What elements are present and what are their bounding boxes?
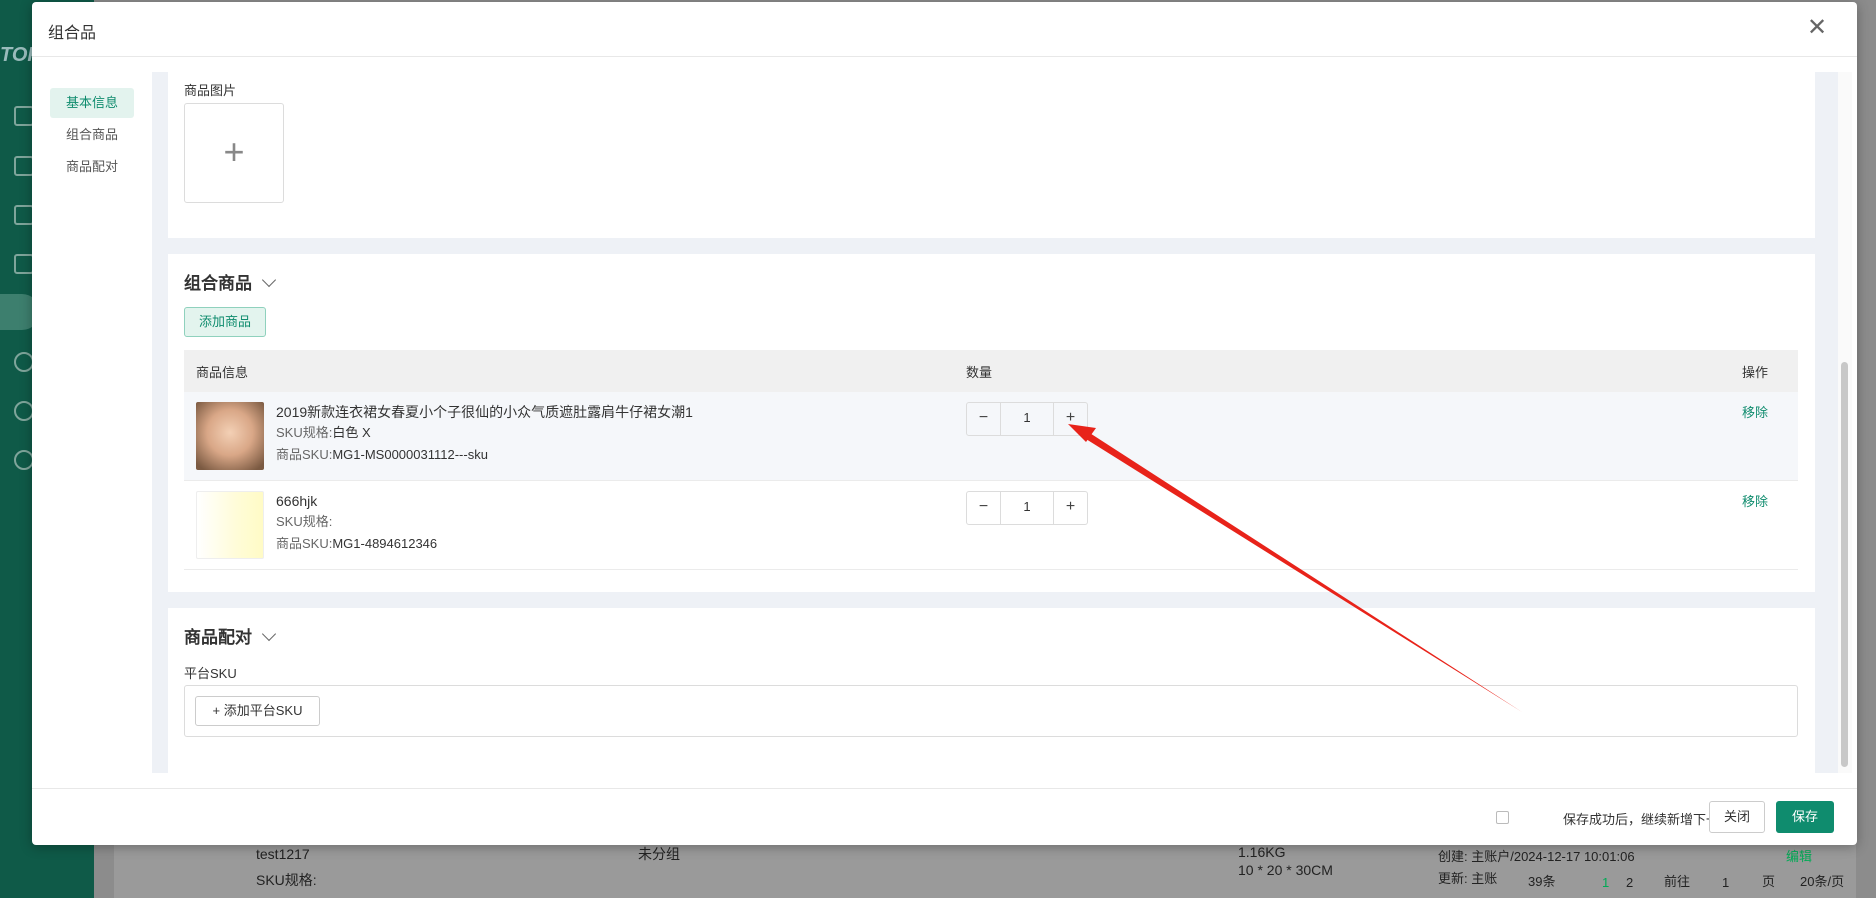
save-button[interactable]: 保存 [1776,801,1834,833]
bundle-modal: 组合品 ✕ 基本信息 组合商品 商品配对 商品图片 + 组合商品 添加商品 商品… [32,2,1857,845]
quantity-stepper: − 1 + [966,402,1088,436]
modal-content: 商品图片 + 组合商品 添加商品 商品信息 数量 操作 2019新款连衣裙女春夏… [152,72,1838,773]
box-icon [14,254,34,274]
pager-page-2[interactable]: 2 [1626,875,1633,890]
spec-label: SKU规格: [276,425,333,440]
background-table-row: test1217 SKU规格: 未分组 1.16KG 10 * 20 * 30C… [114,842,1856,898]
image-upload[interactable]: + [184,103,284,203]
spec-value: 白色 X [332,425,371,440]
close-icon[interactable]: ✕ [1803,14,1831,42]
scroll-thumb[interactable] [1841,362,1848,767]
content-scrollbar[interactable] [1838,72,1852,773]
plus-icon: + [223,131,245,172]
gear-icon [14,450,34,470]
action-cell: 移除 [1730,392,1798,481]
pager-size-select[interactable]: 20条/页 [1800,871,1844,890]
goods-name: 666hjk [276,493,318,509]
side-nav-goods-pairing[interactable]: 商品配对 [50,152,134,182]
chevron-down-icon [261,272,277,288]
bundle-section-title[interactable]: 组合商品 [184,269,277,294]
modal-header: 组合品 ✕ [32,2,1857,57]
pager-goto-input[interactable]: 1 [1722,875,1729,890]
bg-row-size: 10 * 20 * 30CM [1238,862,1333,878]
modal-title: 组合品 [48,25,97,42]
quantity-input[interactable]: 1 [1000,403,1054,435]
basic-info-card: 商品图片 + [168,72,1815,238]
pager-goto-label: 前往 [1664,874,1691,889]
action-cell: 移除 [1730,480,1798,570]
goods-sku: 商品SKU:MG1-4894612346 [196,533,942,555]
calendar-icon [14,106,34,126]
pairing-section-title[interactable]: 商品配对 [184,623,277,648]
side-nav-basic-info[interactable]: 基本信息 [50,88,134,118]
spec-label: SKU规格: [276,514,333,529]
side-nav-bundle-goods[interactable]: 组合商品 [50,120,134,150]
card-icon [14,156,34,176]
bundle-goods-card: 组合商品 添加商品 商品信息 数量 操作 2019新款连衣裙女春夏小个子很仙的小… [168,254,1815,592]
sku-value: MG1-4894612346 [332,536,438,551]
table-row: 2019新款连衣裙女春夏小个子很仙的小众气质遮肚露肩牛仔裙女潮1 SKU规格:白… [184,392,1798,481]
quantity-cell: − 1 + [954,480,1730,570]
modal-footer: 保存成功后，继续新增下一个 关闭 保存 [32,788,1857,845]
sku-label: 商品SKU: [276,447,333,462]
remove-link[interactable]: 移除 [1742,405,1768,420]
add-goods-button[interactable]: 添加商品 [184,307,266,337]
bg-row-spec: SKU规格: [256,872,317,888]
chevron-down-icon [261,626,277,642]
bg-row-updated: 更新: 主账 [1438,871,1498,886]
increase-button[interactable]: + [1054,403,1087,435]
goods-thumbnail [196,402,264,470]
add-platform-sku-button[interactable]: + 添加平台SKU [195,696,320,726]
eye-icon [14,352,34,372]
continue-add-checkbox[interactable] [1496,811,1509,824]
table-row: 666hjk SKU规格: 商品SKU:MG1-4894612346 − 1 +… [184,480,1798,570]
col-quantity: 数量 [954,350,1730,392]
goods-pairing-card: 商品配对 平台SKU + 添加平台SKU [168,608,1815,773]
close-button[interactable]: 关闭 [1709,801,1765,833]
pairing-section-label: 商品配对 [184,628,252,647]
goods-thumbnail [196,491,264,559]
pager-total: 39条 [1528,874,1556,889]
mail-icon [14,205,34,225]
col-info: 商品信息 [184,350,954,392]
side-nav: 基本信息 组合商品 商品配对 [50,88,134,184]
bg-row-edit-link[interactable]: 编辑 [1786,846,1812,865]
quantity-cell: − 1 + [954,392,1730,481]
quantity-stepper: − 1 + [966,491,1088,525]
pager-page-1[interactable]: 1 [1602,875,1609,890]
quantity-input[interactable]: 1 [1000,492,1054,524]
continue-add-label: 保存成功后，继续新增下一个 [1562,812,1732,827]
platform-sku-label: 平台SKU [184,666,237,681]
bg-row-name: test1217 [256,846,310,862]
bg-row-group: 未分组 [638,846,680,862]
sku-value: MG1-MS0000031112---sku [332,447,488,462]
pager-unit: 页 [1762,874,1776,889]
goods-spec: SKU规格:白色 X [196,422,942,444]
goods-sku: 商品SKU:MG1-MS0000031112---sku [196,444,942,466]
bundle-goods-table: 商品信息 数量 操作 2019新款连衣裙女春夏小个子很仙的小众气质遮肚露肩牛仔裙… [184,350,1798,570]
bg-row-created: 创建: 主账户/2024-12-17 10:01:06 [1438,849,1635,864]
increase-button[interactable]: + [1054,492,1087,524]
platform-sku-box: + 添加平台SKU [184,685,1798,737]
goods-name: 2019新款连衣裙女春夏小个子很仙的小众气质遮肚露肩牛仔裙女潮1 [276,404,693,420]
goods-spec: SKU规格: [196,511,942,533]
decrease-button[interactable]: − [967,403,1000,435]
goods-info-cell: 666hjk SKU规格: 商品SKU:MG1-4894612346 [184,480,954,570]
bundle-section-label: 组合商品 [184,274,252,293]
sku-label: 商品SKU: [276,536,333,551]
image-label: 商品图片 [184,83,237,98]
bg-row-weight: 1.16KG [1238,844,1286,860]
col-action: 操作 [1730,350,1798,392]
table-header: 商品信息 数量 操作 [184,350,1798,392]
remove-link[interactable]: 移除 [1742,494,1768,509]
decrease-button[interactable]: − [967,492,1000,524]
alarm-icon [14,401,34,421]
goods-info-cell: 2019新款连衣裙女春夏小个子很仙的小众气质遮肚露肩牛仔裙女潮1 SKU规格:白… [184,392,954,481]
